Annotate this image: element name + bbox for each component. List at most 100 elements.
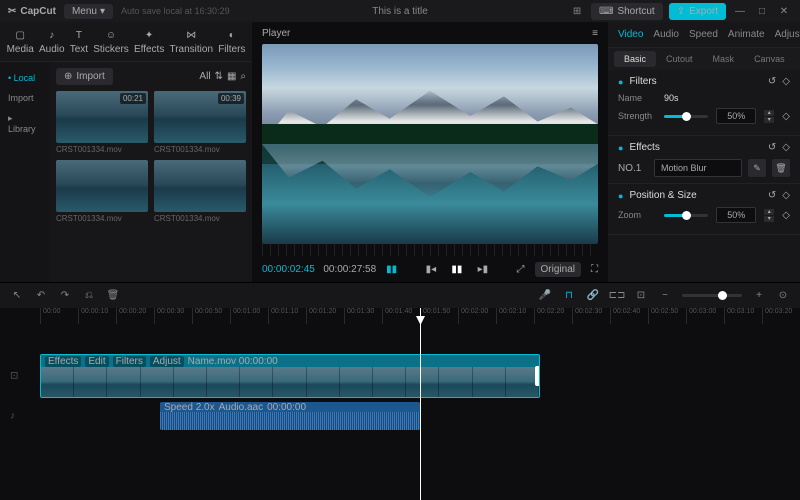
edit-effect-button[interactable]: ✎	[748, 159, 766, 177]
play-pause-button[interactable]: ▮▮	[450, 262, 464, 276]
reset-icon[interactable]: ↺	[768, 142, 776, 153]
subtab-mask[interactable]: Mask	[703, 51, 745, 67]
keyframe-icon[interactable]: ◇	[782, 111, 790, 122]
position-section: ● Position & Size ↺◇ Zoom 50% ▴▾ ◇	[608, 184, 800, 235]
tab-label: Media	[7, 44, 34, 55]
delete-button[interactable]: 🗑	[106, 289, 120, 303]
preview-icon[interactable]: ⊡	[634, 289, 648, 303]
tab-stickers[interactable]: ☺Stickers	[93, 28, 129, 55]
player-menu-icon[interactable]: ≡	[592, 28, 598, 39]
menu-button[interactable]: Menu ▾	[64, 4, 113, 19]
timeline[interactable]: 00:0000:00:1000:00:2000:00:3000:00:5000:…	[0, 308, 800, 500]
check-icon[interactable]: ●	[618, 143, 623, 153]
rtab-adjust[interactable]: Adjust	[775, 29, 800, 40]
sort-icon[interactable]: ⇅	[215, 71, 223, 82]
export-button[interactable]: ⇪ Export	[669, 3, 726, 20]
clip-handle[interactable]	[535, 366, 540, 386]
import-button[interactable]: ⊕ Import	[56, 68, 113, 85]
preview-ruler[interactable]	[262, 244, 598, 256]
timeline-ruler[interactable]: 00:0000:00:1000:00:2000:00:3000:00:5000:…	[0, 308, 800, 324]
rtab-speed[interactable]: Speed	[689, 29, 718, 40]
current-time: 00:00:02:45	[262, 264, 315, 275]
tab-filters[interactable]: ◐Filters	[218, 28, 245, 55]
undo-button[interactable]: ↶	[34, 289, 48, 303]
step-up[interactable]: ▴	[764, 110, 774, 116]
sidenav-library[interactable]: ▸ Library	[0, 108, 50, 139]
rtab-audio[interactable]: Audio	[653, 29, 679, 40]
zoom-fit-button[interactable]: ⊙	[776, 289, 790, 303]
sidenav-import[interactable]: Import	[0, 88, 50, 108]
audio-dur: 00:00:00	[267, 402, 306, 413]
tab-transition[interactable]: ⋈Transition	[169, 28, 213, 55]
strength-input[interactable]: 50%	[716, 108, 756, 124]
app-logo: ✂ CapCut	[8, 6, 56, 17]
media-clip[interactable]: CRST001334.mov	[154, 160, 246, 223]
mic-icon[interactable]: 🎤	[538, 289, 552, 303]
fullscreen-icon[interactable]: ⛶	[591, 264, 598, 275]
zoom-out-button[interactable]: −	[658, 289, 672, 303]
subtab-cutout[interactable]: Cutout	[656, 51, 703, 67]
link-icon[interactable]: 🔗	[586, 289, 600, 303]
scale-icon[interactable]: ⤢	[517, 264, 525, 275]
tab-audio[interactable]: ♪Audio	[39, 28, 65, 55]
minimize-button[interactable]: —	[732, 3, 748, 19]
strength-slider[interactable]	[664, 115, 708, 118]
quality-label: Original	[541, 264, 575, 275]
media-clip[interactable]: 00:39CRST001334.mov	[154, 91, 246, 154]
layout-icon[interactable]: ⊞	[569, 3, 585, 19]
shortcut-button[interactable]: ⌨ Shortcut	[591, 3, 663, 20]
maximize-button[interactable]: □	[754, 3, 770, 19]
next-frame-button[interactable]: ▸▮	[476, 262, 490, 276]
media-clip[interactable]: CRST001334.mov	[56, 160, 148, 223]
video-clip[interactable]: EffectsEditFiltersAdjustName.mov 00:00:0…	[40, 354, 540, 398]
ruler-mark: 00:01:20	[306, 308, 344, 324]
grid-view-icon[interactable]: ▦	[227, 71, 236, 82]
tab-text[interactable]: TText	[70, 28, 88, 55]
step-down[interactable]: ▾	[764, 216, 774, 222]
check-icon[interactable]: ●	[618, 77, 623, 87]
reset-icon[interactable]: ↺	[768, 76, 776, 87]
rtab-video[interactable]: Video	[618, 29, 643, 40]
delete-effect-button[interactable]: 🗑	[772, 159, 790, 177]
preview-viewport[interactable]	[262, 44, 598, 244]
zoom-slider[interactable]	[664, 214, 708, 217]
zoom-in-button[interactable]: +	[752, 289, 766, 303]
track-mute-icon[interactable]: ♪	[10, 411, 15, 422]
track-lock-icon[interactable]: ⊡	[10, 371, 18, 382]
audio-clip[interactable]: Speed 2.0x Audio.aac 00:00:00	[160, 402, 420, 430]
media-clip[interactable]: 00:21CRST001334.mov	[56, 91, 148, 154]
rtab-animate[interactable]: Animate	[728, 29, 765, 40]
clip-thumbnail	[154, 160, 246, 212]
tab-effects[interactable]: ✦Effects	[134, 28, 164, 55]
reset-icon[interactable]: ↺	[768, 190, 776, 201]
keyframe-icon[interactable]: ◇	[782, 210, 790, 221]
pointer-tool[interactable]: ↖	[10, 289, 24, 303]
timecode: 00:00:02:45 00:00:27:58	[262, 264, 376, 275]
check-icon[interactable]: ●	[618, 191, 623, 201]
import-label: Import	[76, 71, 104, 82]
magnet-icon[interactable]: ⊓	[562, 289, 576, 303]
step-down[interactable]: ▾	[764, 117, 774, 123]
playhead[interactable]	[420, 308, 421, 500]
zoom-input[interactable]: 50%	[716, 207, 756, 223]
quality-selector[interactable]: Original	[535, 262, 581, 277]
side-nav: • LocalImport▸ Library	[0, 62, 50, 282]
tab-media[interactable]: ▢Media	[7, 28, 34, 55]
compare-icon[interactable]: ▮▮	[386, 264, 397, 275]
subtab-canvas[interactable]: Canvas	[744, 51, 795, 67]
keyframe-icon[interactable]: ◇	[782, 142, 790, 153]
filter-all[interactable]: All	[199, 71, 210, 82]
search-icon[interactable]: ⌕	[240, 71, 246, 82]
timeline-zoom-slider[interactable]	[682, 294, 742, 297]
snap-icon[interactable]: ⊏⊐	[610, 289, 624, 303]
subtab-basic[interactable]: Basic	[614, 51, 656, 67]
prev-frame-button[interactable]: ▮◂	[424, 262, 438, 276]
close-button[interactable]: ✕	[776, 3, 792, 19]
project-title[interactable]: This is a title	[372, 6, 428, 17]
keyframe-icon[interactable]: ◇	[782, 190, 790, 201]
redo-button[interactable]: ↷	[58, 289, 72, 303]
step-up[interactable]: ▴	[764, 209, 774, 215]
split-tool[interactable]: ⎌	[82, 289, 96, 303]
sidenav-local[interactable]: • Local	[0, 68, 50, 88]
keyframe-icon[interactable]: ◇	[782, 76, 790, 87]
